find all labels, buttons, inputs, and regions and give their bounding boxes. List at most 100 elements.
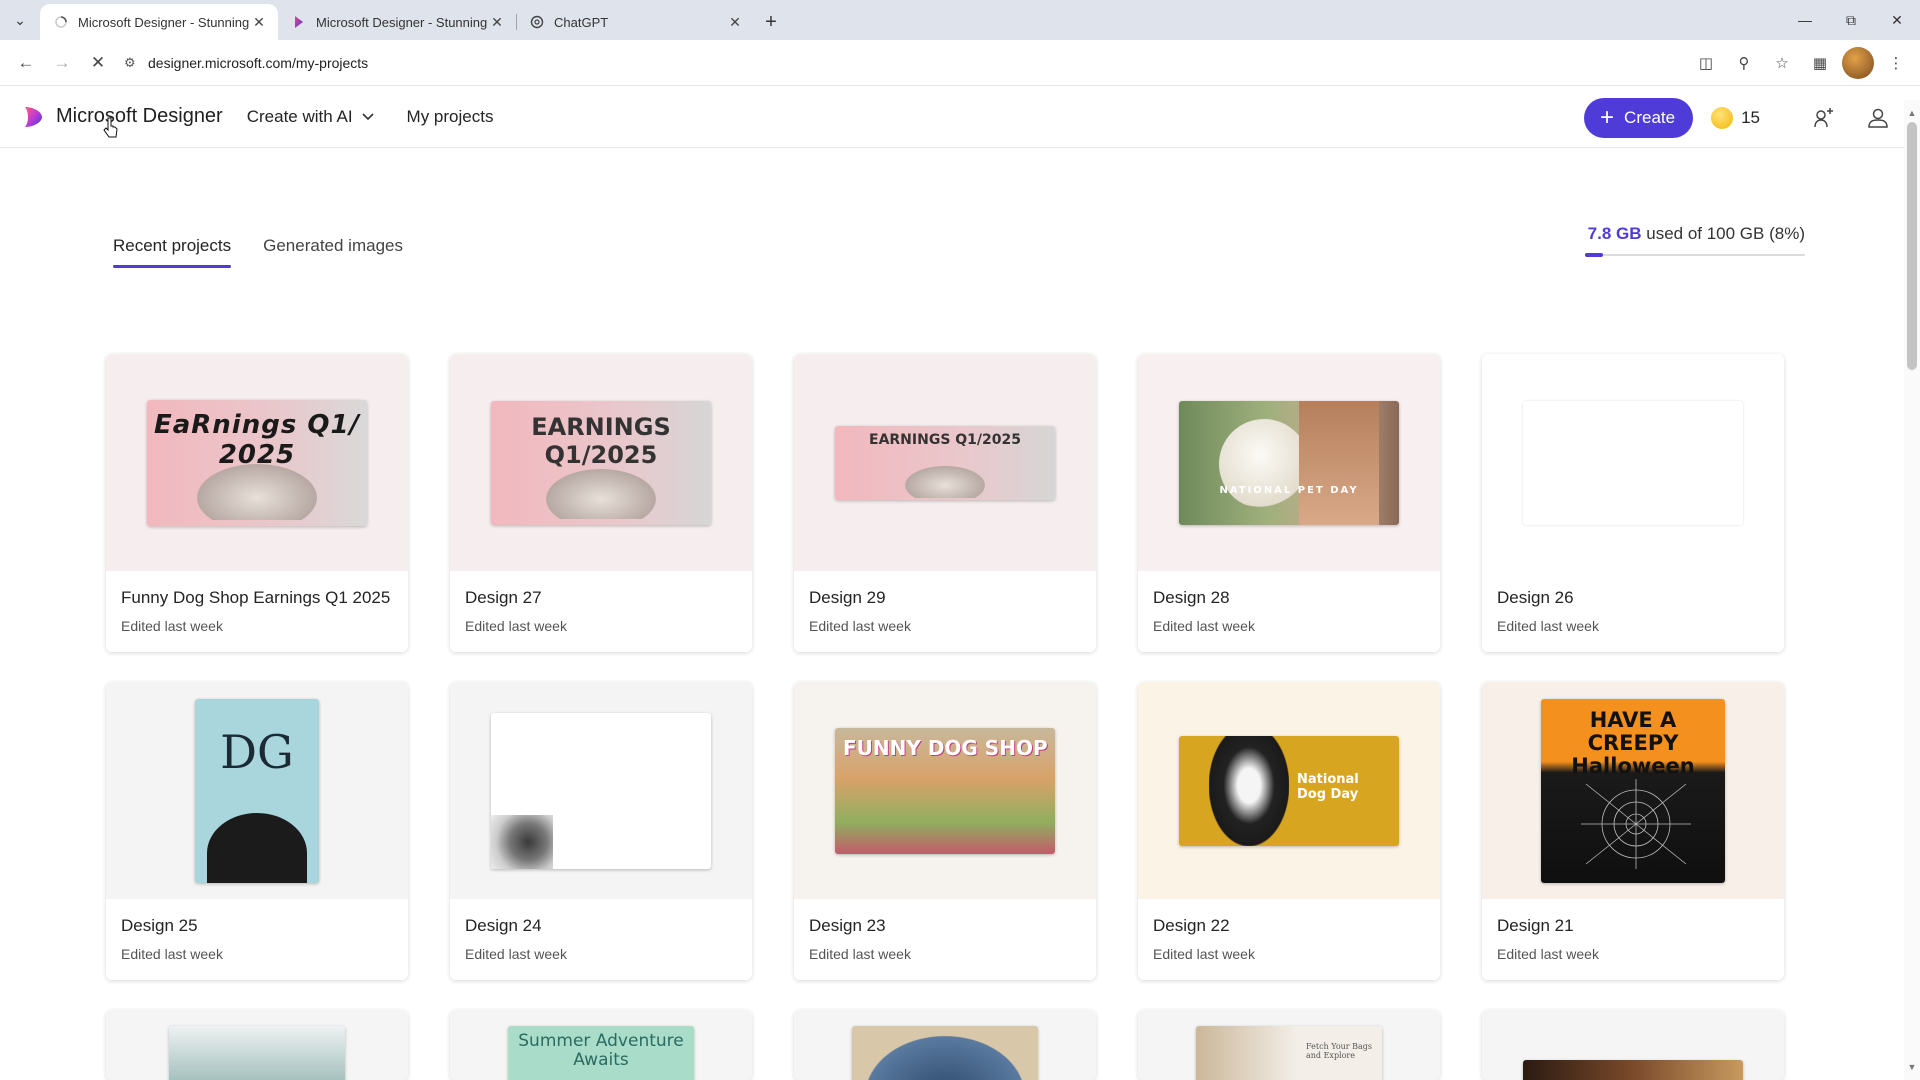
scroll-up-arrow-icon[interactable]: ▲ [1907,108,1917,118]
project-thumbnail [106,1010,408,1080]
project-thumbnail: NATIONAL PET DAY [1138,354,1440,571]
project-card[interactable]: Design 26 Edited last week [1482,354,1784,652]
project-thumbnail: EaRnings Q1/ 2025 [106,354,408,571]
project-title: Design 25 [121,916,198,935]
tab-title: Microsoft Designer - Stunning [78,14,250,30]
extensions-icon[interactable]: ▦ [1804,47,1836,79]
project-edited: Edited last week [1497,946,1599,962]
browser-tab-chatgpt[interactable]: ChatGPT ✕ [516,4,754,40]
my-projects-link[interactable]: My projects [407,107,494,127]
tab-recent-projects[interactable]: Recent projects [113,236,232,268]
plus-icon: + [1600,104,1615,131]
project-card[interactable]: FUNNY DOG SHOP Design 23 Edited last wee… [794,682,1096,980]
browser-tab-strip: ⌄ Microsoft Designer - Stunning ✕ Micros… [0,0,1920,40]
install-app-icon[interactable]: ◫ [1690,47,1722,79]
stop-loading-icon[interactable]: ✕ [80,45,116,81]
dogs-illustration [197,463,317,520]
project-edited: Edited last week [1497,618,1599,634]
project-title: Design 28 [1153,588,1230,607]
scroll-down-arrow-icon[interactable]: ▼ [1907,1062,1917,1072]
project-title: Design 26 [1497,588,1574,607]
project-card[interactable]: National Dog Day Design 22 Edited last w… [1138,682,1440,980]
designer-logo-icon [25,106,42,127]
storage-bar-fill [1585,253,1603,257]
thumbnail-text: Fetch Your Bags and Explore [1306,1042,1373,1060]
storage-rest: used of 100 GB (8%) [1646,224,1805,243]
thumbnail-text: EARNINGS Q1/2025 [531,412,671,469]
page-scrollbar-thumb[interactable] [1907,122,1917,370]
forward-icon[interactable]: → [44,45,80,81]
create-button[interactable]: + Create [1584,98,1694,138]
thumbnail-text: HAVE A CREEPY Halloween [1571,707,1695,778]
project-thumbnail [1482,354,1784,571]
black-dog-photo [207,812,307,883]
browser-menu-icon[interactable]: ⋮ [1880,47,1912,79]
project-edited: Edited last week [809,618,911,634]
share-icon[interactable] [1806,100,1842,136]
close-tab-icon[interactable]: ✕ [250,14,268,31]
brand-name[interactable]: Microsoft Designer [56,105,223,128]
zoom-icon[interactable]: ⚲ [1728,47,1760,79]
project-thumbnail: HAVE A CREEPY Halloween [1482,682,1784,899]
dogs-illustration [546,468,656,519]
project-thumbnail: Fetch Your Bags and Explore [1138,1010,1440,1080]
project-edited: Edited last week [121,946,223,962]
app-header: Microsoft Designer Create with AI My pro… [0,86,1920,148]
project-card[interactable]: EARNINGS Q1/2025 Design 27 Edited last w… [450,354,752,652]
project-title: Design 24 [465,916,542,935]
restore-icon[interactable]: ⧉ [1828,0,1874,40]
create-with-ai-menu[interactable]: Create with AI [247,107,375,127]
project-title: Design 29 [809,588,886,607]
bookmark-star-icon[interactable]: ☆ [1766,47,1798,79]
thumbnail-text: FUNNY DOG SHOP [843,735,1048,760]
back-icon[interactable]: ← [8,45,44,81]
tab-title: Microsoft Designer - Stunning [316,14,488,30]
thumbnail-text: EARNINGS Q1/2025 [869,431,1021,448]
address-bar[interactable]: ⚙ designer.microsoft.com/my-projects [124,46,1682,80]
new-tab-icon[interactable]: + [754,4,788,40]
tab-search-chevron-icon[interactable]: ⌄ [0,0,40,40]
project-thumbnail [450,682,752,899]
project-card[interactable]: Summer Adventure Awaits [450,1010,752,1080]
browser-tab-designer-2[interactable]: Microsoft Designer - Stunning ✕ [278,4,517,40]
create-label: Create [1624,108,1676,127]
project-card[interactable]: NATIONAL PET DAY Design 28 Edited last w… [1138,354,1440,652]
tab-title: ChatGPT [554,14,609,30]
project-card[interactable]: DG Design 25 Edited last week [106,682,408,980]
close-tab-icon[interactable]: ✕ [726,14,744,31]
project-title: Design 22 [1153,916,1230,935]
profile-avatar-icon[interactable] [1842,46,1874,79]
border-collie-photo [1209,735,1289,846]
minimize-icon[interactable]: — [1782,0,1828,40]
project-card[interactable] [794,1010,1096,1080]
project-title: Funny Dog Shop Earnings Q1 2025 [121,588,391,607]
project-card[interactable] [106,1010,408,1080]
project-card[interactable]: EaRnings Q1/ 2025 Funny Dog Shop Earning… [106,354,408,652]
project-thumbnail [1482,1010,1784,1080]
project-tabs: Recent projects Generated images [113,236,403,268]
storage-usage: 7.8 GB used of 100 GB (8%) [1585,224,1805,257]
project-card[interactable]: HAVE A CREEPY Halloween Design 21 Edited… [1482,682,1784,980]
project-title: Design 21 [1497,916,1574,935]
project-edited: Edited last week [465,618,567,634]
project-edited: Edited last week [809,946,911,962]
project-thumbnail: Summer Adventure Awaits [450,1010,752,1080]
project-card[interactable]: Design 24 Edited last week [450,682,752,980]
close-window-icon[interactable]: ✕ [1874,0,1920,40]
project-thumbnail [794,1010,1096,1080]
projects-grid: EaRnings Q1/ 2025 Funny Dog Shop Earning… [106,354,1784,1080]
close-tab-icon[interactable]: ✕ [488,14,506,31]
project-card[interactable]: EARNINGS Q1/2025 Design 29 Edited last w… [794,354,1096,652]
thumbnail-text: Summer Adventure Awaits [518,1031,684,1070]
project-card[interactable] [1482,1010,1784,1080]
dartboard-photo [491,814,553,869]
account-icon[interactable] [1860,100,1896,136]
browser-tab-designer-1[interactable]: Microsoft Designer - Stunning ✕ [40,4,278,40]
chevron-down-icon [361,112,374,120]
thumbnail-text: DG [220,724,294,779]
site-info-icon[interactable]: ⚙ [124,55,148,71]
url-text: designer.microsoft.com/my-projects [148,54,369,71]
project-card[interactable]: Fetch Your Bags and Explore [1138,1010,1440,1080]
credits-counter[interactable]: 15 [1711,107,1760,129]
tab-generated-images[interactable]: Generated images [263,236,403,268]
